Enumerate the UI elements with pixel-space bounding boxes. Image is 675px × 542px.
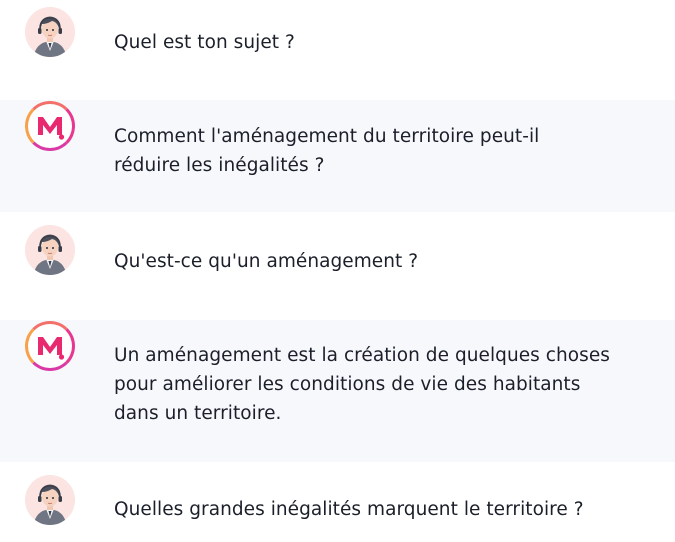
chat-transcript: Quel est ton sujet ? Comment l'aménageme… bbox=[0, 0, 675, 542]
message-line: réduire les inégalités ? bbox=[114, 155, 325, 176]
message-line: dans un territoire. bbox=[114, 403, 282, 424]
message-row-assistant: Un aménagement est la création de quelqu… bbox=[0, 320, 675, 462]
student-avatar-icon bbox=[25, 7, 75, 57]
message-row-user: Qu'est-ce qu'un aménagement ? bbox=[0, 212, 675, 320]
message-text: Qu'est-ce qu'un aménagement ? bbox=[114, 247, 659, 276]
message-row-assistant: Comment l'aménagement du territoire peut… bbox=[0, 100, 675, 212]
message-line: pour améliorer les conditions de vie des… bbox=[114, 374, 581, 395]
message-line: Quelles grandes inégalités marquent le t… bbox=[114, 499, 584, 520]
message-row-user: Quel est ton sujet ? bbox=[0, 0, 675, 100]
message-line: Comment l'aménagement du territoire peut… bbox=[114, 126, 540, 147]
message-line: Un aménagement est la création de quelqu… bbox=[114, 345, 610, 366]
message-text: Quelles grandes inégalités marquent le t… bbox=[114, 495, 659, 524]
message-text: Quel est ton sujet ? bbox=[114, 28, 659, 57]
message-text: Un aménagement est la création de quelqu… bbox=[114, 341, 659, 428]
message-row-user: Quelles grandes inégalités marquent le t… bbox=[0, 462, 675, 542]
message-line: Qu'est-ce qu'un aménagement ? bbox=[114, 251, 419, 272]
m-logo-icon bbox=[25, 321, 75, 371]
student-avatar-icon bbox=[25, 475, 75, 525]
student-avatar-icon bbox=[25, 225, 75, 275]
message-line: Quel est ton sujet ? bbox=[114, 32, 295, 53]
m-logo-icon bbox=[25, 101, 75, 151]
message-text: Comment l'aménagement du territoire peut… bbox=[114, 122, 659, 180]
